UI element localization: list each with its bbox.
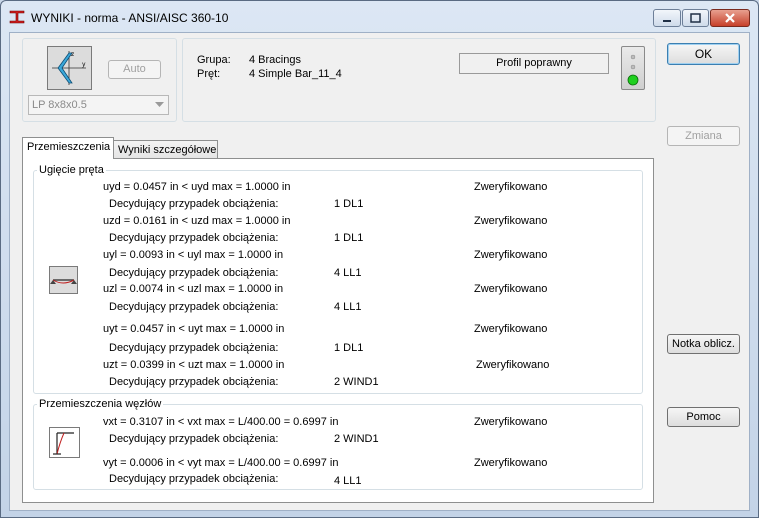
node-formula: vxt = 0.3107 in < vxt max = L/400.00 = 0…	[103, 416, 339, 428]
node-case-label: Decydujący przypadek obciążenia:	[109, 473, 279, 485]
node-status: Zweryfikowano	[474, 457, 548, 469]
profile-select[interactable]: LP 8x8x0.5	[28, 95, 169, 115]
profile-select-value: LP 8x8x0.5	[32, 99, 87, 111]
close-icon	[725, 13, 735, 23]
tab-displacements[interactable]: Przemieszczenia	[22, 137, 114, 159]
node-case: 4 LL1	[334, 475, 362, 487]
steel-beam-icon	[9, 10, 25, 24]
svg-text:y: y	[82, 61, 86, 68]
deflection-case-label: Decydujący przypadek obciążenia:	[109, 376, 279, 388]
minimize-icon	[663, 20, 671, 22]
deflection-formula: uzd = 0.0161 in < uzd max = 1.0000 in	[103, 215, 291, 227]
beam-deflection-icon	[49, 266, 78, 294]
deflection-status: Zweryfikowano	[474, 283, 548, 295]
node-case: 2 WIND1	[334, 433, 379, 445]
deflection-case-label: Decydujący przypadek obciążenia:	[109, 342, 279, 354]
bar-label: Pręt:	[197, 68, 221, 80]
title-bar[interactable]: WYNIKI - norma - ANSI/AISC 360-10	[1, 1, 758, 31]
change-button[interactable]: Zmiana	[667, 126, 740, 146]
traffic-light-icon	[621, 46, 645, 90]
minimize-button[interactable]	[653, 9, 681, 27]
deflection-formula: uyt = 0.0457 in < uyt max = 1.0000 in	[103, 323, 285, 335]
angle-section-icon: z y	[52, 51, 86, 85]
node-displacement-title: Przemieszczenia węzłów	[37, 398, 164, 411]
help-button[interactable]: Pomoc	[667, 407, 740, 427]
bar-value: 4 Simple Bar_11_4	[249, 68, 342, 80]
deflection-status: Zweryfikowano	[476, 359, 550, 371]
group-label: Grupa:	[197, 54, 231, 66]
deflection-case-label: Decydujący przypadek obciążenia:	[109, 301, 279, 313]
results-window: WYNIKI - norma - ANSI/AISC 360-10 z y Au…	[0, 0, 759, 518]
ok-button[interactable]: OK	[667, 43, 740, 65]
window-title: WYNIKI - norma - ANSI/AISC 360-10	[31, 11, 229, 25]
beam-deflection-drawing	[50, 279, 77, 284]
deflection-formula: uzt = 0.0399 in < uzt max = 1.0000 in	[103, 359, 285, 371]
node-formula: vyt = 0.0006 in < vyt max = L/400.00 = 0…	[103, 457, 339, 469]
deflection-status: Zweryfikowano	[474, 249, 548, 261]
dialog-body: z y Auto LP 8x8x0.5 Grupa: 4 Bracings Pr…	[9, 32, 750, 511]
traffic-light-lamps	[627, 54, 639, 86]
svg-text:z: z	[71, 51, 74, 58]
auto-button[interactable]: Auto	[108, 60, 161, 79]
deflection-case: 1 DL1	[334, 342, 364, 354]
deflection-case: 4 LL1	[334, 301, 362, 313]
maximize-button[interactable]	[682, 9, 709, 27]
tab-detailed-results[interactable]: Wyniki szczegółowe	[113, 140, 218, 160]
frame-displacement-icon	[49, 427, 80, 458]
node-status: Zweryfikowano	[474, 416, 548, 428]
calc-note-button[interactable]: Notka oblicz.	[667, 334, 740, 354]
deflection-case: 1 DL1	[334, 198, 364, 210]
deflection-formula: uyd = 0.0457 in < uyd max = 1.0000 in	[103, 181, 291, 193]
profile-status: Profil poprawny	[459, 53, 609, 74]
deflection-case-label: Decydujący przypadek obciążenia:	[109, 198, 279, 210]
deflection-case: 2 WIND1	[334, 376, 379, 388]
deflection-formula: uzl = 0.0074 in < uzl max = 1.0000 in	[103, 283, 284, 295]
section-preview[interactable]: z y	[47, 46, 92, 90]
deflection-status: Zweryfikowano	[474, 215, 548, 227]
group-value: 4 Bracings	[249, 54, 301, 66]
deflection-case: 1 DL1	[334, 232, 364, 244]
chevron-down-icon	[155, 102, 164, 107]
frame-displacement-drawing	[53, 432, 74, 455]
deflection-case-label: Decydujący przypadek obciążenia:	[109, 267, 279, 279]
deflection-title: Ugięcie pręta	[37, 164, 106, 177]
close-button[interactable]	[710, 9, 750, 27]
deflection-formula: uyl = 0.0093 in < uyl max = 1.0000 in	[103, 249, 284, 261]
node-case-label: Decydujący przypadek obciążenia:	[109, 433, 279, 445]
deflection-status: Zweryfikowano	[474, 323, 548, 335]
deflection-case-label: Decydujący przypadek obciążenia:	[109, 232, 279, 244]
maximize-icon	[690, 13, 701, 23]
deflection-case: 4 LL1	[334, 267, 362, 279]
deflection-status: Zweryfikowano	[474, 181, 548, 193]
